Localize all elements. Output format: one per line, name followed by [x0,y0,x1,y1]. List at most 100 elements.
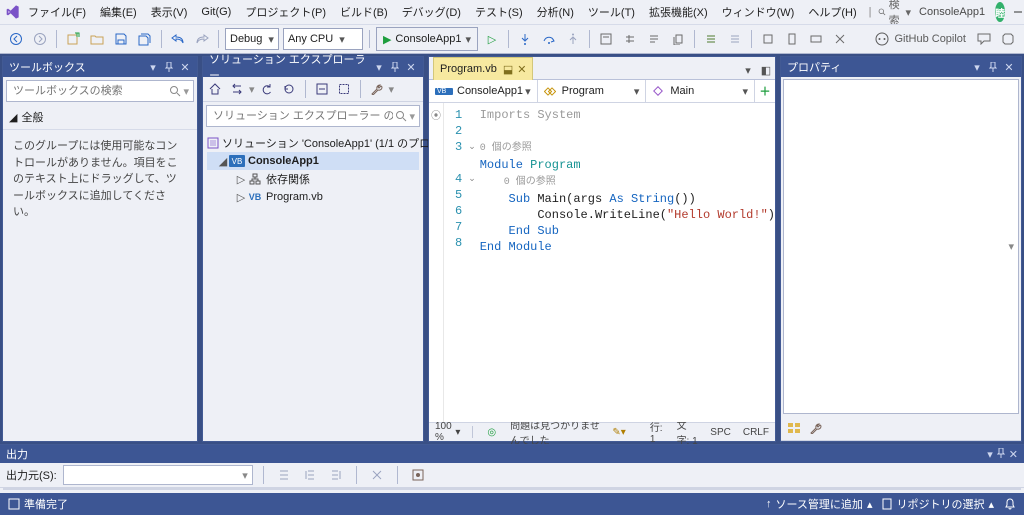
step-out-icon[interactable] [562,28,584,50]
cursor-line[interactable]: 行: 1 [650,419,665,445]
notifications-icon[interactable] [1004,498,1016,510]
new-project-button[interactable] [62,28,84,50]
pin-icon[interactable] [163,61,175,73]
toolbox-header[interactable]: ツールボックス ▾ ✕ [3,57,197,77]
menu-tools[interactable]: ツール(T) [582,2,641,22]
close-icon[interactable]: ✕ [405,61,417,73]
close-icon[interactable]: ✕ [1009,448,1018,461]
undo-button[interactable] [167,28,189,50]
out-icon-3[interactable] [326,465,346,485]
tab-pin-icon[interactable]: ◧ [757,61,775,79]
nav-member-combo[interactable]: Main▾ [646,80,755,102]
out-icon-2[interactable] [300,465,320,485]
close-icon[interactable]: ✕ [179,61,191,73]
menu-debug[interactable]: デバッグ(D) [396,2,467,22]
save-button[interactable] [110,28,132,50]
tb-icon-5[interactable] [757,28,779,50]
tb-icon-7[interactable] [805,28,827,50]
tb-icon-4[interactable] [667,28,689,50]
properties-icon[interactable] [367,79,387,99]
feedback-icon[interactable] [973,28,995,50]
pin-icon[interactable] [997,448,1005,461]
tb-icon-6[interactable] [781,28,803,50]
show-all-icon[interactable] [334,79,354,99]
categorized-icon[interactable] [783,422,805,434]
close-icon[interactable]: ✕ [1003,61,1015,73]
clear-icon[interactable]: ▾ [409,110,415,123]
step-over-icon[interactable] [538,28,560,50]
tb-icon-2[interactable] [619,28,641,50]
alphabetical-icon[interactable] [805,422,827,434]
solution-explorer-search[interactable]: ▾ [206,105,420,127]
menu-project[interactable]: プロジェクト(P) [239,2,332,22]
menu-edit[interactable]: 編集(E) [94,2,143,22]
toggle-wrap-icon[interactable] [408,465,428,485]
platform-combo[interactable]: Any CPU▾ [283,28,363,50]
home-icon[interactable] [205,79,225,99]
indent-mode[interactable]: SPC [710,427,731,438]
tb-icon-1[interactable] [595,28,617,50]
menu-help[interactable]: ヘルプ(H) [802,2,862,22]
eol-mode[interactable]: CRLF [743,427,769,438]
expand-icon[interactable]: ◢ [217,155,229,168]
uncomment-button[interactable] [724,28,746,50]
repo-select[interactable]: リポジトリの選択 ▴ [882,496,994,512]
github-copilot-button[interactable]: GitHub Copilot [868,31,972,47]
expand-icon[interactable]: ▷ [235,173,247,186]
solution-explorer-search-input[interactable] [211,109,395,123]
tb-icon-8[interactable] [829,28,851,50]
toolbox-search-input[interactable] [11,84,169,98]
menu-git[interactable]: Git(G) [195,4,237,20]
pin-icon[interactable]: ⬓ [503,63,513,76]
menu-file[interactable]: ファイル(F) [22,2,92,22]
panel-menu-icon[interactable]: ▾ [147,61,159,73]
panel-menu-icon[interactable]: ▾ [971,61,983,73]
tree-solution[interactable]: ソリューション 'ConsoleApp1' (1/1 のプロジェクト) [207,134,419,152]
properties-header[interactable]: プロパティ ▾ ✕ [781,57,1021,77]
output-source-combo[interactable]: ▾ [63,465,253,485]
sync-icon[interactable] [257,79,277,99]
toolbox-group-general[interactable]: ◢全般 [3,105,197,130]
nav-class-combo[interactable]: Program▾ [538,80,647,102]
start-nodebug-button[interactable]: ▷ [481,28,503,50]
nav-add-button[interactable]: ＋ [755,80,775,102]
pin-icon[interactable] [389,61,401,73]
nav-fwd-button[interactable] [29,28,51,50]
tb-icon-3[interactable] [643,28,665,50]
collapse-all-icon[interactable] [312,79,332,99]
expand-icon[interactable]: ▷ [235,191,247,204]
file-tab-program[interactable]: Program.vb ⬓ ✕ [433,57,533,80]
panel-menu-icon[interactable]: ▾ [373,61,385,73]
menu-build[interactable]: ビルド(B) [334,2,394,22]
code-editor[interactable]: ⦿ 12345678 ⌄⌄ Imports System 0 個の参照 Modu… [429,103,775,422]
output-header[interactable]: 出力 ▾ ✕ [0,445,1024,463]
redo-button[interactable] [191,28,213,50]
tree-project[interactable]: ◢ VB ConsoleApp1 [207,152,419,170]
tree-file-program[interactable]: ▷ VB Program.vb [207,188,419,206]
start-debug-button[interactable]: ▶ ConsoleApp1 ▾ [376,27,478,51]
toolbox-search[interactable]: ▾ [6,80,194,102]
tab-dropdown-icon[interactable]: ▾ [739,61,757,79]
menu-window[interactable]: ウィンドウ(W) [716,2,801,22]
editor-tools-icon[interactable]: ✎▾ [612,427,625,438]
clear-all-icon[interactable] [367,465,387,485]
code-text[interactable]: Imports System 0 個の参照 Module Program 0 個… [476,103,775,422]
nav-back-button[interactable] [5,28,27,50]
menu-ext[interactable]: 拡張機能(X) [643,2,714,22]
fold-gutter[interactable]: ⌄⌄ [468,103,476,422]
menu-view[interactable]: 表示(V) [145,2,194,22]
menu-test[interactable]: テスト(S) [469,2,529,22]
user-avatar[interactable]: 睦 [995,2,1005,22]
clear-icon[interactable]: ▾ [183,85,189,98]
out-icon-1[interactable] [274,465,294,485]
sln-switch-icon[interactable] [227,79,247,99]
save-all-button[interactable] [134,28,156,50]
extensions-icon[interactable] [997,28,1019,50]
nav-project-combo[interactable]: VB ConsoleApp1▾ [429,80,538,102]
output-text[interactable] [3,488,1021,490]
step-into-icon[interactable] [514,28,536,50]
tree-dependencies[interactable]: ▷ 依存関係 [207,170,419,188]
close-icon[interactable]: ✕ [517,63,526,76]
pin-icon[interactable] [987,61,999,73]
refresh-icon[interactable] [279,79,299,99]
